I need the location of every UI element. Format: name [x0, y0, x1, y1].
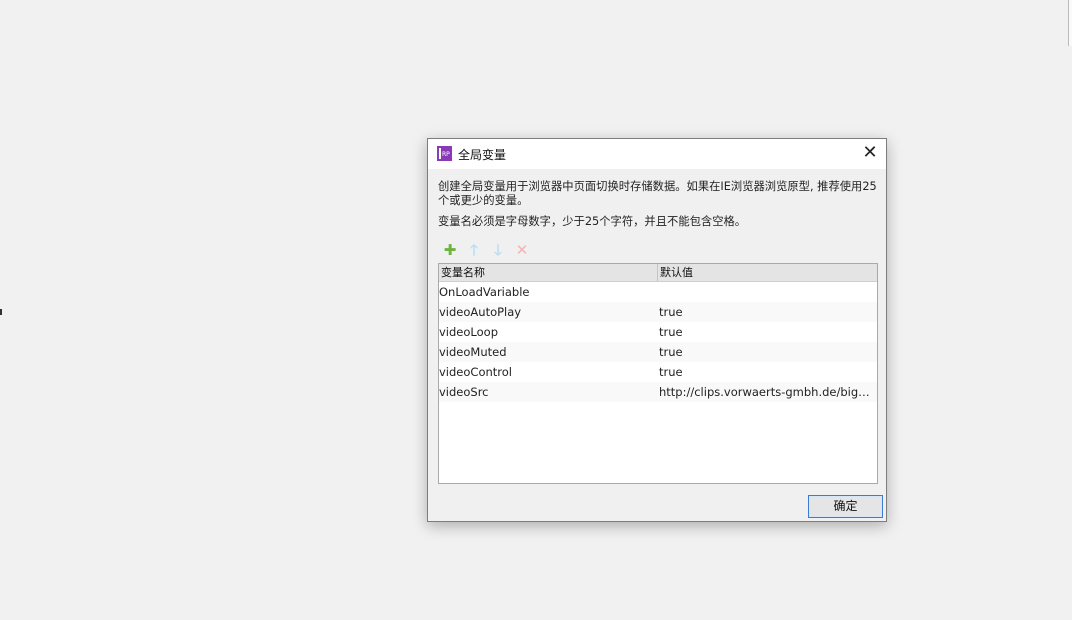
- table-row[interactable]: videoSrc http://clips.vorwaerts-gmbh.de/…: [439, 382, 877, 402]
- default-value-cell[interactable]: http://clips.vorwaerts-gmbh.de/big_buck_…: [659, 382, 875, 402]
- column-header-default-value[interactable]: 默认值: [658, 264, 877, 281]
- global-variables-dialog: RP 全局变量 ✕ 创建全局变量用于浏览器中页面切换时存储数据。如果在IE浏览器…: [427, 138, 887, 522]
- ok-button[interactable]: 确定: [808, 495, 883, 518]
- default-value-cell[interactable]: true: [659, 302, 875, 322]
- variable-name-cell[interactable]: videoMuted: [439, 342, 654, 362]
- default-value-cell[interactable]: true: [659, 322, 875, 342]
- arrow-up-icon[interactable]: 🡑: [466, 242, 482, 258]
- table-row[interactable]: videoAutoPlay true: [439, 302, 877, 322]
- background-cursor-mark: [0, 309, 2, 315]
- variable-name-cell[interactable]: videoAutoPlay: [439, 302, 654, 322]
- table-row[interactable]: videoMuted true: [439, 342, 877, 362]
- close-icon[interactable]: ✕: [860, 144, 880, 164]
- default-value-cell[interactable]: true: [659, 362, 875, 382]
- table-row[interactable]: videoControl true: [439, 362, 877, 382]
- variable-name-rule: 变量名必须是字母数字，少于25个字符，并且不能包含空格。: [438, 215, 747, 228]
- table-row[interactable]: videoLoop true: [439, 322, 877, 342]
- default-value-cell[interactable]: true: [659, 342, 875, 362]
- dialog-titlebar: RP 全局变量 ✕: [428, 139, 886, 169]
- variables-table: 变量名称 默认值 OnLoadVariable videoAutoPlay tr…: [438, 263, 878, 484]
- plus-icon[interactable]: ✚: [442, 242, 458, 258]
- variable-name-cell[interactable]: videoControl: [439, 362, 654, 382]
- table-body: OnLoadVariable videoAutoPlay true videoL…: [439, 282, 877, 402]
- window-scrollbar[interactable]: [1068, 0, 1072, 46]
- dialog-title: 全局变量: [458, 148, 507, 162]
- column-header-name[interactable]: 变量名称: [439, 264, 658, 281]
- dialog-description: 创建全局变量用于浏览器中页面切换时存储数据。如果在IE浏览器浏览原型, 推荐使用…: [438, 180, 877, 207]
- axure-rp-icon: RP: [437, 146, 452, 161]
- variable-name-cell[interactable]: videoSrc: [439, 382, 654, 402]
- variable-name-cell[interactable]: OnLoadVariable: [439, 282, 654, 302]
- delete-icon[interactable]: ✕: [514, 242, 530, 258]
- arrow-down-icon[interactable]: 🡓: [490, 242, 506, 258]
- table-row[interactable]: OnLoadVariable: [439, 282, 877, 302]
- variable-name-cell[interactable]: videoLoop: [439, 322, 654, 342]
- table-header: 变量名称 默认值: [439, 264, 877, 282]
